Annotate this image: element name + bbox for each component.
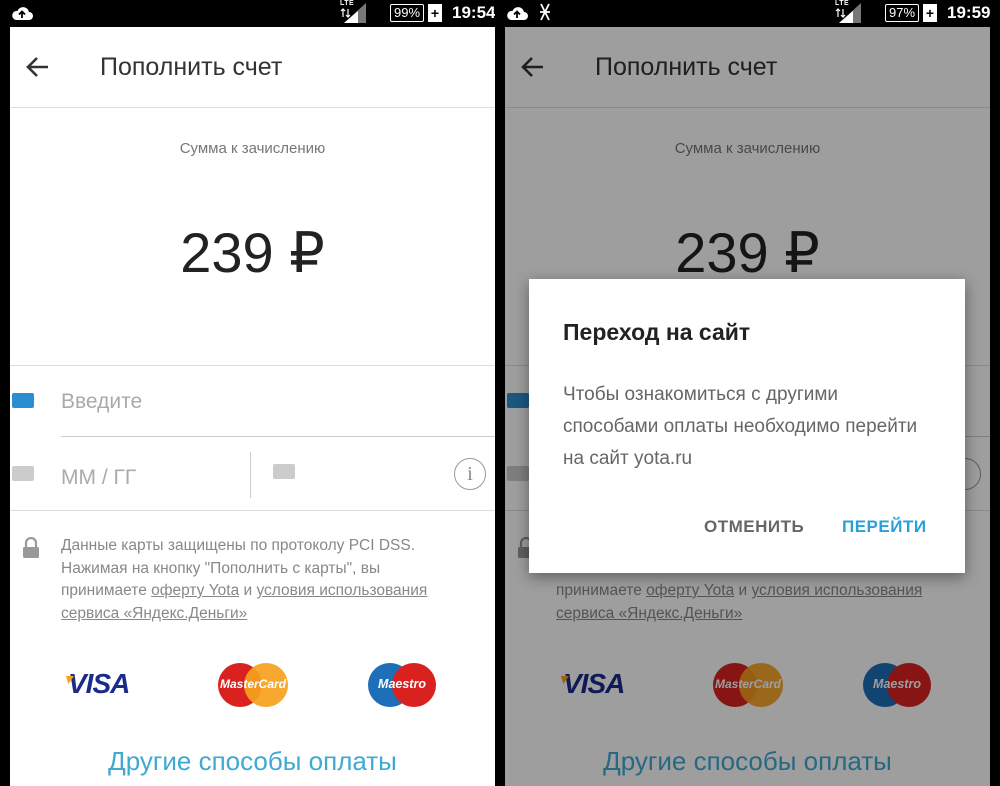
battery-level: 99% bbox=[390, 4, 425, 22]
charging-icon: + bbox=[428, 4, 442, 22]
payment-screen-with-dialog: LTE 97% + 19:59 Пополнить счет Сумма к з… bbox=[505, 0, 990, 786]
terms-link-cont[interactable]: сервиса «Яндекс.Деньги» bbox=[61, 605, 247, 622]
info-icon[interactable]: i bbox=[454, 458, 486, 490]
credit-card-icon bbox=[12, 393, 34, 408]
security-line: Данные карты защищены по протоколу PCI D… bbox=[61, 537, 416, 554]
card-number-input[interactable]: Введите bbox=[61, 390, 142, 414]
expiry-date-input[interactable]: ММ / ГГ bbox=[61, 466, 136, 490]
security-notice: Данные карты защищены по протоколу PCI D… bbox=[61, 535, 481, 625]
security-text-part: принимаете bbox=[61, 582, 152, 599]
usb-debug-icon bbox=[540, 3, 550, 21]
clock: 19:54 bbox=[452, 3, 495, 22]
card-number-underline bbox=[61, 436, 495, 437]
field-separator bbox=[250, 452, 251, 498]
divider bbox=[10, 510, 495, 511]
amount-label: Сумма к зачислению bbox=[179, 140, 326, 157]
security-line: Нажимая на кнопку "Пополнить с карты", в… bbox=[61, 559, 381, 577]
app-bar: Пополнить счет bbox=[10, 27, 495, 108]
charging-icon: + bbox=[923, 4, 937, 22]
cloud-upload-icon bbox=[507, 7, 528, 20]
mastercard-logo: MasterCard bbox=[218, 663, 288, 707]
cancel-button[interactable]: ОТМЕНИТЬ bbox=[704, 517, 804, 537]
signal-icon bbox=[835, 3, 861, 23]
offer-link[interactable]: оферту Yota bbox=[151, 582, 239, 599]
calendar-card-icon bbox=[12, 466, 34, 481]
dialog-title: Переход на сайт bbox=[563, 319, 751, 345]
status-bar: LTE 99% + 19:54 bbox=[10, 0, 495, 27]
page-title: Пополнить счет bbox=[100, 53, 283, 81]
payment-screen: LTE 99% + 19:54 Пополнить счет Сумма к з… bbox=[10, 0, 495, 786]
cvc-card-icon bbox=[273, 464, 295, 479]
amount-value: 239 ₽ bbox=[180, 221, 325, 284]
maestro-label: Maestro bbox=[378, 677, 426, 691]
divider bbox=[10, 365, 495, 366]
mastercard-label: MasterCard bbox=[219, 677, 287, 691]
battery-level: 97% bbox=[885, 4, 920, 22]
clock: 19:59 bbox=[947, 3, 990, 22]
signal-icon bbox=[340, 3, 366, 23]
go-to-site-button[interactable]: ПЕРЕЙТИ bbox=[842, 517, 927, 537]
dialog-message: Чтобы ознакомиться с другими способами о… bbox=[563, 384, 918, 469]
cloud-upload-icon bbox=[12, 7, 34, 20]
other-payment-methods-link[interactable]: Другие способы оплаты bbox=[10, 746, 495, 777]
redirect-dialog: Переход на сайт Чтобы ознакомиться с дру… bbox=[529, 279, 965, 573]
security-text-part: и bbox=[239, 582, 257, 599]
back-arrow-icon[interactable] bbox=[24, 53, 52, 81]
maestro-logo: Maestro bbox=[368, 663, 436, 707]
terms-link[interactable]: условия использования bbox=[256, 582, 427, 599]
visa-logo: VISA bbox=[68, 668, 130, 699]
status-bar: LTE 97% + 19:59 bbox=[505, 0, 990, 27]
lock-icon bbox=[23, 537, 39, 558]
